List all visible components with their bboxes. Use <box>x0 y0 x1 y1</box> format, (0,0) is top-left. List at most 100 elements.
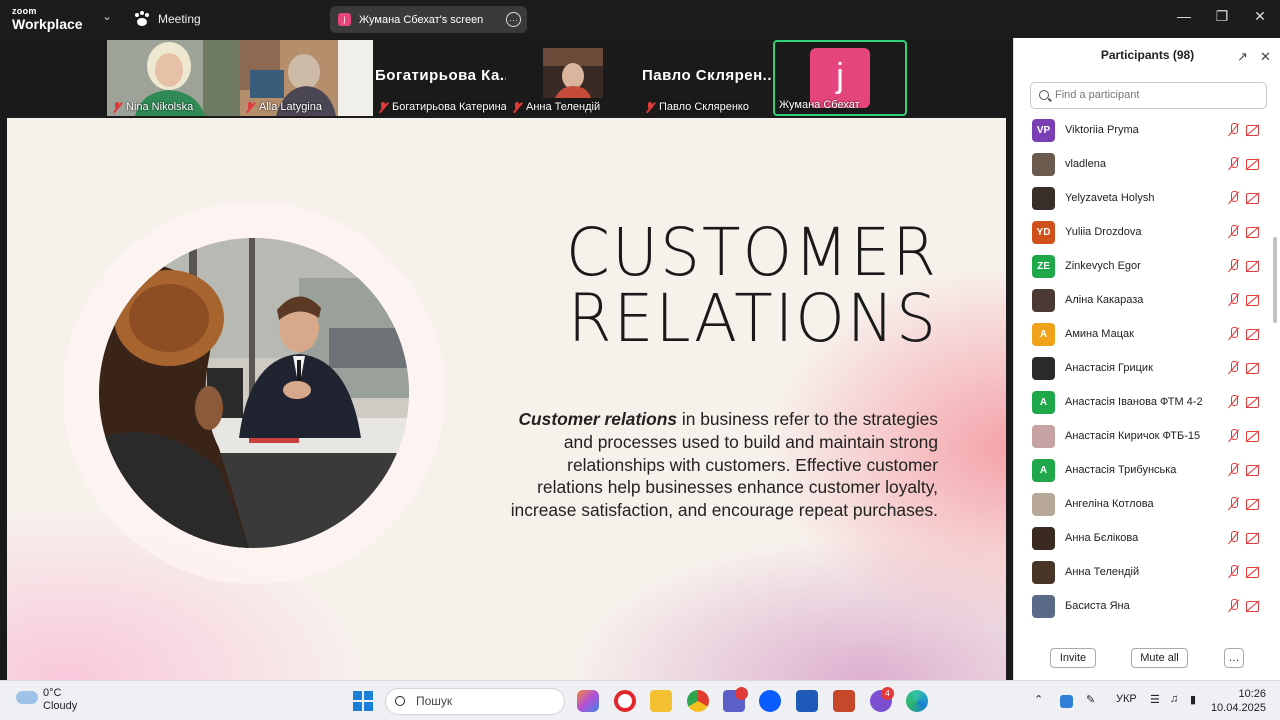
security-icon[interactable] <box>1060 695 1073 708</box>
meeting-menu-button[interactable]: Meeting <box>134 9 201 29</box>
sharer-avatar: j <box>338 13 351 26</box>
volume-icon[interactable]: ♫ <box>1170 693 1178 705</box>
video-off-icon[interactable] <box>1246 193 1262 204</box>
mic-muted-icon[interactable] <box>1228 531 1240 545</box>
slide-title: CUSTOMER RELATIONS <box>566 218 938 353</box>
video-off-icon[interactable] <box>1246 431 1262 442</box>
pen-input-icon[interactable]: ✎ <box>1086 693 1095 706</box>
video-tile[interactable]: Nina Nikolska <box>107 40 240 116</box>
more-options-button[interactable]: … <box>1224 648 1244 668</box>
video-off-icon[interactable] <box>1246 125 1262 136</box>
copilot-icon[interactable] <box>577 690 599 712</box>
mic-muted-icon[interactable] <box>1228 157 1240 171</box>
participant-name: Viktoriia Pryma <box>1065 124 1139 136</box>
zoom-logo[interactable]: zoom Workplace <box>12 7 83 32</box>
participant-row[interactable]: vladlena <box>1014 149 1272 183</box>
close-panel-icon[interactable]: ✕ <box>1260 49 1271 65</box>
participant-row[interactable]: A Анастасія Іванова ФТМ 4-2 <box>1014 387 1272 421</box>
screen-share-pill[interactable]: j Жумана Сбехат's screen … <box>330 6 527 33</box>
participant-name: Анна Телендій <box>513 101 600 113</box>
file-explorer-icon[interactable] <box>650 690 672 712</box>
participant-row[interactable]: YD Yuliia Drozdova <box>1014 217 1272 251</box>
video-off-icon[interactable] <box>1246 465 1262 476</box>
language-indicator[interactable]: УКР <box>1116 693 1137 705</box>
minimize-icon[interactable]: — <box>1174 8 1194 24</box>
video-off-icon[interactable] <box>1246 329 1262 340</box>
mic-muted-icon[interactable] <box>1228 565 1240 579</box>
video-off-icon[interactable] <box>1246 567 1262 578</box>
close-icon[interactable]: ✕ <box>1250 8 1270 25</box>
mic-muted-icon[interactable] <box>1228 191 1240 205</box>
more-options-icon[interactable]: … <box>506 12 521 27</box>
mic-muted-icon[interactable] <box>1228 361 1240 375</box>
video-off-icon[interactable] <box>1246 397 1262 408</box>
mic-muted-icon[interactable] <box>1228 463 1240 477</box>
scrollbar-thumb[interactable] <box>1273 237 1277 323</box>
video-tile[interactable]: Alla Latygina <box>240 40 373 116</box>
video-off-icon[interactable] <box>1246 499 1262 510</box>
participant-row[interactable]: A Амина Мацак <box>1014 319 1272 353</box>
participants-scrollbar[interactable] <box>1272 115 1278 635</box>
mute-all-button[interactable]: Mute all <box>1131 648 1188 668</box>
shared-screen-slide: CUSTOMER RELATIONS Customer relations in… <box>7 118 1006 680</box>
mic-muted-icon[interactable] <box>1228 327 1240 341</box>
participant-row[interactable]: VP Viktoriia Pryma <box>1014 115 1272 149</box>
zoom-taskbar-icon[interactable] <box>759 690 781 712</box>
video-tile[interactable]: Анна Телендій <box>507 40 640 116</box>
video-off-icon[interactable] <box>1246 261 1262 272</box>
video-tile[interactable]: Богатирьова Ка... Богатирьова Катерина <box>373 40 506 116</box>
video-tile-active-speaker[interactable]: j Жумана Сбехат <box>773 40 907 116</box>
participant-row[interactable]: Анна Бєлікова <box>1014 523 1272 557</box>
mic-muted-icon[interactable] <box>1228 259 1240 273</box>
video-off-icon[interactable] <box>1246 295 1262 306</box>
invite-button[interactable]: Invite <box>1050 648 1096 668</box>
participant-row[interactable]: Басиста Яна <box>1014 591 1272 625</box>
weather-condition: Cloudy <box>43 700 78 712</box>
mic-muted-icon[interactable] <box>1228 123 1240 137</box>
participant-name: Богатирьова Катерина <box>379 101 506 113</box>
pop-out-icon[interactable]: ↗ <box>1237 49 1248 65</box>
taskbar-search-input[interactable]: Пошук <box>385 688 565 715</box>
mic-muted-icon[interactable] <box>1228 497 1240 511</box>
participant-row[interactable]: Анастасія Грицик <box>1014 353 1272 387</box>
word-icon[interactable] <box>796 690 818 712</box>
participant-avatar: A <box>1032 459 1055 482</box>
video-off-icon[interactable] <box>1246 227 1262 238</box>
mic-muted-icon[interactable] <box>1228 395 1240 409</box>
video-off-icon[interactable] <box>1246 363 1262 374</box>
participant-row[interactable]: Анна Телендій <box>1014 557 1272 591</box>
opera-icon[interactable] <box>614 690 636 712</box>
participant-name: Ангеліна Котлова <box>1065 498 1154 510</box>
participant-video <box>543 48 603 98</box>
mic-muted-icon[interactable] <box>1228 599 1240 613</box>
participant-row[interactable]: Yelyzaveta Holysh <box>1014 183 1272 217</box>
chrome-icon[interactable] <box>687 690 709 712</box>
wifi-icon[interactable]: ☰ <box>1150 693 1160 706</box>
title-bar: zoom Workplace ⌄ Meeting j Жумана Сбехат… <box>0 0 1280 38</box>
video-tile[interactable]: Павло Скляpен... Павло Скляренко <box>640 40 773 116</box>
video-off-icon[interactable] <box>1246 533 1262 544</box>
participant-row[interactable]: Аліна Какараза <box>1014 285 1272 319</box>
participant-row[interactable]: ZE Zinkevych Egor <box>1014 251 1272 285</box>
participant-avatar <box>1032 289 1055 312</box>
mic-muted-icon[interactable] <box>1228 293 1240 307</box>
participant-row[interactable]: Ангеліна Котлова <box>1014 489 1272 523</box>
video-off-icon[interactable] <box>1246 159 1262 170</box>
mic-muted-icon[interactable] <box>1228 429 1240 443</box>
participant-avatar <box>1032 595 1055 618</box>
mic-muted-icon[interactable] <box>1228 225 1240 239</box>
participant-avatar <box>1032 493 1055 516</box>
video-off-icon[interactable] <box>1246 601 1262 612</box>
participant-row[interactable]: A Анастасія Трибунська <box>1014 455 1272 489</box>
restore-icon[interactable]: ❐ <box>1212 8 1232 25</box>
mic-off-icon <box>113 101 122 113</box>
participant-search-input[interactable]: Find a participant <box>1030 82 1267 109</box>
edge-icon[interactable] <box>906 690 928 712</box>
windows-start-icon[interactable] <box>352 690 374 712</box>
chevron-down-icon[interactable]: ⌄ <box>100 10 114 24</box>
chevron-up-icon[interactable]: ⌃ <box>1034 693 1043 706</box>
battery-icon[interactable]: ▮ <box>1190 693 1196 706</box>
clock[interactable]: 10:26 10.04.2025 <box>1211 687 1266 715</box>
participant-row[interactable]: Анастасія Киричок ФТБ-15 <box>1014 421 1272 455</box>
powerpoint-icon[interactable] <box>833 690 855 712</box>
